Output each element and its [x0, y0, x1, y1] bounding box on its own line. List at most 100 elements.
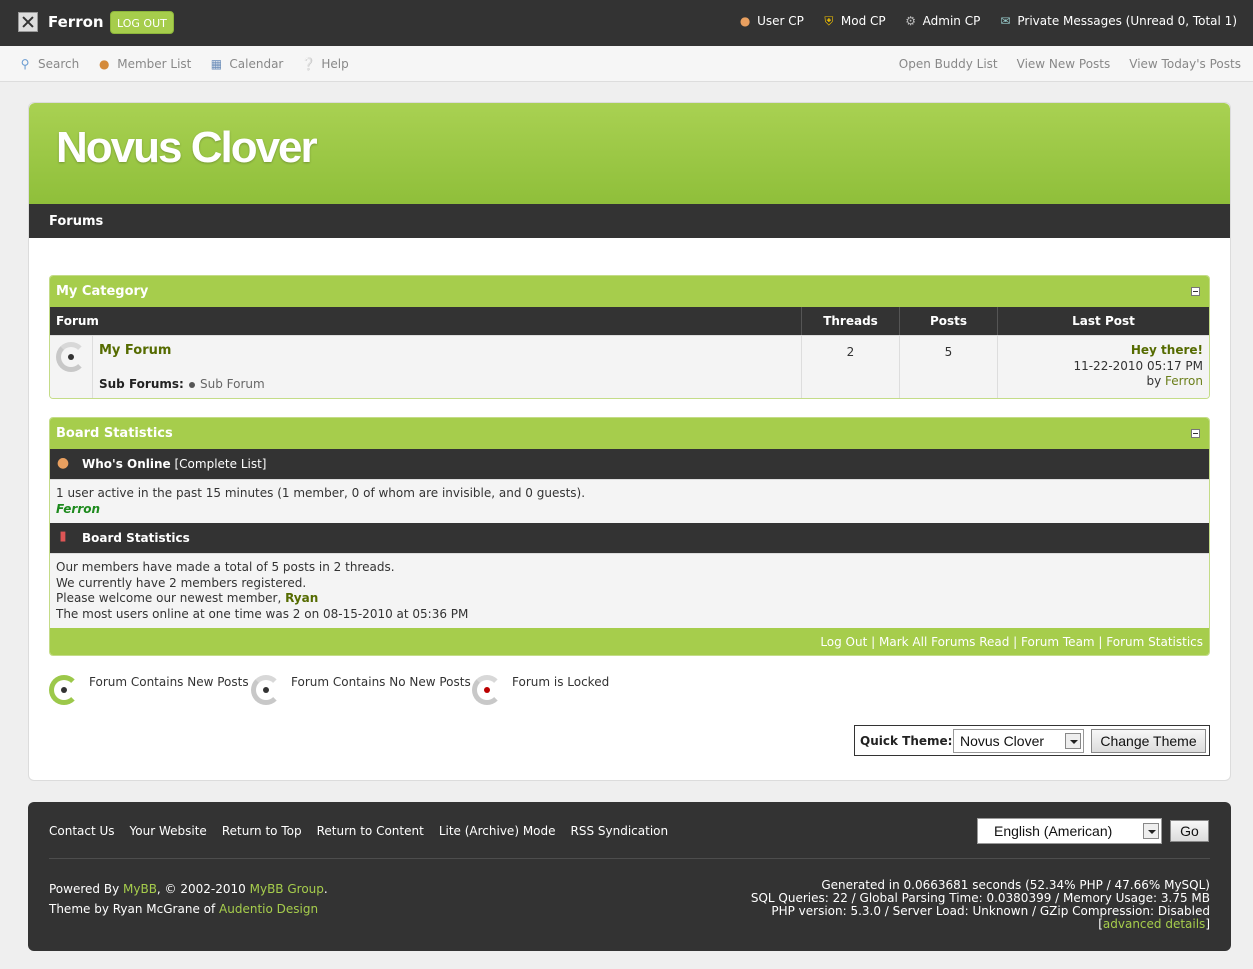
footer-divider: [49, 858, 1210, 859]
forum-status-icon: [56, 342, 86, 372]
breadcrumb: Forums: [29, 204, 1230, 238]
forum-threads: 2: [801, 336, 899, 398]
search-link[interactable]: ⚲ Search: [18, 57, 80, 71]
forum-legend: Forum Contains New Posts Forum Contains …: [49, 673, 649, 709]
site-header: Novus Clover: [29, 103, 1230, 204]
avatar-icon[interactable]: [18, 12, 38, 32]
last-post-user-link[interactable]: Ferron: [1165, 374, 1203, 388]
advanced-details-link[interactable]: advanced details: [1103, 917, 1205, 931]
your-website-link[interactable]: Your Website: [130, 824, 207, 838]
last-post-by: by: [1146, 374, 1162, 388]
shield-icon: ⛨: [824, 14, 834, 28]
whos-online-label: Who's Online: [82, 457, 171, 471]
forum-statistics-link[interactable]: Forum Statistics: [1106, 635, 1203, 649]
user-cp-link[interactable]: ● User CP: [738, 14, 804, 28]
language-select[interactable]: English (American): [977, 818, 1162, 844]
sub-forums-label: Sub Forums:: [99, 377, 184, 391]
lite-mode-link[interactable]: Lite (Archive) Mode: [439, 824, 556, 838]
help-icon: ❔: [301, 57, 317, 71]
no-new-posts-icon: [251, 675, 281, 705]
category-title[interactable]: My Category: [56, 284, 148, 299]
mark-all-read-link[interactable]: Mark All Forums Read: [879, 635, 1009, 649]
sub-forum-link[interactable]: Sub Forum: [200, 377, 265, 391]
contact-us-link[interactable]: Contact Us: [49, 824, 115, 838]
admin-cp-link[interactable]: ⚙ Admin CP: [904, 14, 980, 28]
help-link[interactable]: ❔ Help: [301, 57, 348, 71]
stats-header: Board Statistics: [50, 418, 1209, 449]
locked-icon: [472, 675, 502, 705]
board-stats-label: Board Statistics: [82, 531, 190, 545]
rss-syndication-link[interactable]: RSS Syndication: [571, 824, 669, 838]
return-to-top-link[interactable]: Return to Top: [222, 824, 302, 838]
column-forum: Forum: [56, 314, 99, 328]
debug-info: Generated in 0.0663681 seconds (52.34% P…: [750, 878, 1210, 931]
audentio-link[interactable]: Audentio Design: [219, 902, 318, 916]
newest-member-link[interactable]: Ryan: [285, 591, 318, 605]
stats-line-members: We currently have 2 members registered.: [56, 575, 307, 590]
forum-posts: 5: [899, 336, 997, 398]
menu-bar: ⚲ Search ● Member List ▦ Calendar ❔ Help Ope…: [0, 46, 1253, 82]
breadcrumb-forums[interactable]: Forums: [49, 214, 103, 229]
top-bar: Ferron LOG OUT ● User CP ⛨ Mod CP ⚙ Admin C…: [0, 0, 1253, 46]
new-posts-icon: [49, 675, 79, 705]
logout-button[interactable]: LOG OUT: [110, 11, 174, 34]
legend-new: Forum Contains New Posts: [89, 675, 249, 689]
chevron-down-icon[interactable]: [1065, 733, 1081, 749]
forum-team-link[interactable]: Forum Team: [1021, 635, 1095, 649]
view-todays-posts-link[interactable]: View Today's Posts: [1129, 57, 1241, 71]
return-to-content-link[interactable]: Return to Content: [317, 824, 424, 838]
legend-no-new: Forum Contains No New Posts: [291, 675, 471, 689]
log-out-link[interactable]: Log Out: [820, 635, 867, 649]
quick-theme-label: Quick Theme:: [860, 734, 953, 748]
stats-line-most-online: The most users online at one time was 2 …: [56, 606, 469, 621]
board-stats-body: Our members have made a total of 5 posts…: [50, 553, 1209, 628]
envelope-icon: ✉: [1000, 14, 1011, 28]
powered-by: Powered By MyBB, © 2002-2010 MyBB Group.…: [49, 882, 328, 916]
stats-line-newest: Please welcome our newest member,: [56, 591, 282, 605]
online-user-link[interactable]: Ferron: [56, 502, 1203, 518]
last-post-date: 11-22-2010 05:17 PM: [1073, 358, 1203, 373]
search-icon: ⚲: [20, 57, 30, 71]
private-messages-link[interactable]: ✉ Private Messages (Unread 0, Total 1): [998, 14, 1237, 28]
open-buddy-list-link[interactable]: Open Buddy List: [899, 57, 998, 71]
footer-links: Contact Us Your Website Return to Top Re…: [49, 824, 668, 838]
stats-line-posts: Our members have made a total of 5 posts…: [56, 560, 395, 574]
table-row: My Forum Sub Forums: Sub Forum 2 5 Hey t…: [50, 335, 1209, 398]
user-links: ● User CP ⛨ Mod CP ⚙ Admin CP ✉ Private Mess…: [738, 14, 1237, 28]
quick-theme-box: Quick Theme: Novus Clover Change Theme: [854, 725, 1210, 756]
board-statistics-table: Board Statistics ● Who's Online [Complet…: [49, 417, 1210, 656]
mybb-group-link[interactable]: MyBB Group: [250, 882, 324, 896]
language-selected-value: English (American): [994, 823, 1113, 839]
last-post-link[interactable]: Hey there!: [998, 343, 1203, 359]
collapse-icon[interactable]: [1191, 287, 1200, 296]
theme-select[interactable]: Novus Clover: [953, 729, 1084, 753]
mod-cp-link[interactable]: ⛨ Mod CP: [822, 14, 885, 28]
gear-icon: ⚙: [905, 14, 917, 28]
collapse-icon[interactable]: [1191, 429, 1200, 438]
site-title[interactable]: Novus Clover: [56, 123, 318, 173]
mybb-link[interactable]: MyBB: [123, 882, 157, 896]
page-footer: Contact Us Your Website Return to Top Re…: [28, 802, 1231, 951]
forum-name-link[interactable]: My Forum: [99, 343, 171, 358]
complete-list-link[interactable]: [Complete List]: [175, 457, 267, 471]
stats-title[interactable]: Board Statistics: [56, 426, 173, 441]
bar-chart-icon: ▮: [59, 529, 67, 544]
members-icon: ●: [98, 57, 110, 71]
view-new-posts-link[interactable]: View New Posts: [1017, 57, 1111, 71]
column-threads: Threads: [801, 307, 899, 335]
main-container: Novus Clover Forums My Category Forum Th…: [28, 102, 1231, 781]
column-headers: Forum Threads Posts Last Post: [50, 307, 1209, 335]
language-go-button[interactable]: Go: [1170, 820, 1209, 842]
user-icon: ●: [739, 14, 751, 28]
stats-footer: Log Out | Mark All Forums Read | Forum T…: [50, 628, 1209, 655]
username[interactable]: Ferron: [48, 13, 104, 31]
member-list-link[interactable]: ● Member List: [97, 57, 191, 71]
change-theme-button[interactable]: Change Theme: [1091, 729, 1206, 753]
calendar-link[interactable]: ▦ Calendar: [209, 57, 284, 71]
whos-online-header: ● Who's Online [Complete List]: [50, 449, 1209, 479]
category-table: My Category Forum Threads Posts Last Pos…: [49, 275, 1210, 399]
column-posts: Posts: [899, 307, 997, 335]
chevron-down-icon[interactable]: [1143, 823, 1159, 839]
column-last-post: Last Post: [997, 307, 1209, 335]
category-header: My Category: [50, 276, 1209, 307]
